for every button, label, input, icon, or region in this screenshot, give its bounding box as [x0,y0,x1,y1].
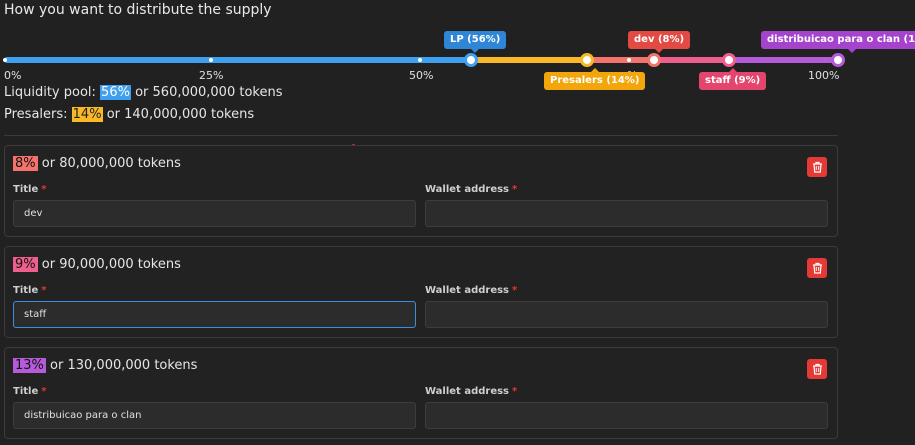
tag-clan: distribuicao para o clan (13%) [761,31,915,53]
slider-handle-dev[interactable] [647,53,661,67]
allocation-card-dev: 8% or 80,000,000 tokens Title * Wallet ad… [4,145,838,237]
allocation-percent: 13% [13,358,46,373]
allocation-card-clan: 13% or 130,000,000 tokens Title * Wallet … [4,347,838,439]
tag-staff: staff (9%) [699,68,767,90]
allocation-tokens: or 80,000,000 tokens [41,156,181,171]
title-input[interactable] [13,200,416,227]
slider-handle-staff[interactable] [722,53,736,67]
wallet-address-input[interactable] [425,402,828,429]
slider-segment-presalers [471,57,587,63]
title-input[interactable] [13,402,416,429]
allocation-tokens: or 90,000,000 tokens [41,257,181,272]
axis-label-100: 100% [808,69,840,82]
summary-presalers-label: Presalers: [4,107,68,122]
summary-lp-tokens: or 560,000,000 tokens [135,85,283,100]
slider-segment-dev [587,57,654,63]
summary-presalers-tokens: or 140,000,000 tokens [106,107,255,122]
slider-tick [3,58,7,62]
wallet-address-input[interactable] [425,301,828,328]
slider-handle-presalers[interactable] [580,53,594,67]
allocation-tokens: or 130,000,000 tokens [50,358,198,373]
slider-tick [209,58,213,62]
allocation-header: 8% or 80,000,000 tokens [13,156,181,171]
summary-lp-label: Liquidity pool: [4,85,96,100]
axis-label-25: 25% [199,69,224,82]
slider-segment-lp [4,57,471,63]
wallet-label: Wallet address * [425,184,518,195]
tag-lp: LP (56%) [444,31,507,53]
axis-label-0: 0% [4,69,22,82]
title-input[interactable] [13,301,416,328]
slider-tick [627,58,631,62]
slider-handle-clan[interactable] [831,53,845,67]
trash-icon [812,363,822,375]
allocation-card-staff: 9% or 90,000,000 tokens Title * Wallet ad… [4,246,838,338]
tag-presalers: Presalers (14%) [544,68,646,90]
divider [4,135,838,136]
summary-presalers-percent: 14% [71,107,103,122]
wallet-address-input[interactable] [425,200,828,227]
trash-icon [812,161,822,173]
wallet-label: Wallet address * [425,386,518,397]
allocation-percent: 9% [13,257,38,272]
summary-presalers: Presalers: 14% or 140,000,000 tokens [4,107,254,122]
tag-dev: dev (8%) [628,31,691,53]
trash-icon [812,262,822,274]
allocation-header: 13% or 130,000,000 tokens [13,358,197,373]
title-label: Title * [13,386,47,397]
title-label: Title * [13,184,47,195]
allocation-header: 9% or 90,000,000 tokens [13,257,181,272]
delete-allocation-button[interactable] [807,258,827,278]
summary-lp-percent: 56% [100,85,131,100]
delete-allocation-button[interactable] [807,157,827,177]
summary-lp: Liquidity pool: 56% or 560,000,000 token… [4,85,283,100]
slider-segment-staff [654,57,729,63]
title-label: Title * [13,285,47,296]
delete-allocation-button[interactable] [807,359,827,379]
slider-segment-clan [729,57,838,63]
slider-tick [418,58,422,62]
axis-label-50: 50% [409,69,434,82]
slider-handle-lp[interactable] [464,53,478,67]
wallet-label: Wallet address * [425,285,518,296]
allocation-percent: 8% [13,156,38,171]
